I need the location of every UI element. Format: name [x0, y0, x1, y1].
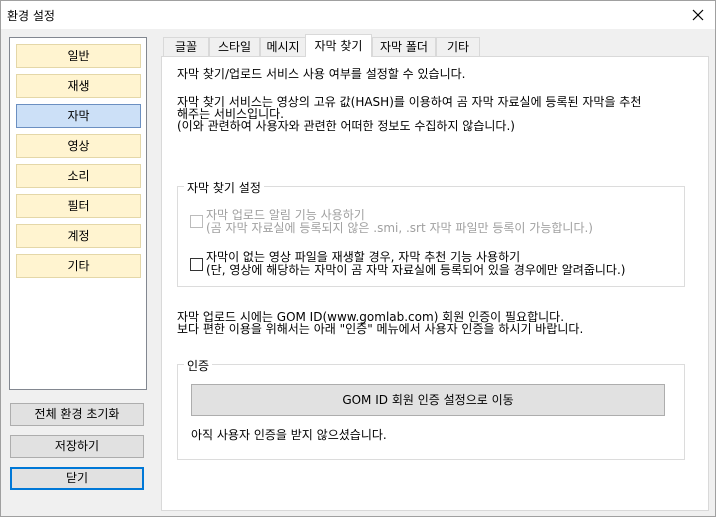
tab-font[interactable]: 글꼴 [163, 37, 209, 56]
sidebar-item-account[interactable]: 계정 [16, 224, 141, 248]
upload-notify-checkbox[interactable] [190, 215, 203, 228]
upload-notify-note: (곰 자막 자료실에 등록되지 않은 .smi, .srt 자막 파일만 등록이… [206, 221, 593, 235]
settings-window: 환경 설정 일반 재생 자막 영상 소리 필터 계정 기타 전체 환경 초기화 … [0, 0, 716, 517]
window-title: 환경 설정 [7, 9, 55, 23]
privacy-note: (이와 관련하여 사용자와 관련한 어떠한 정보도 수집하지 않습니다.) [177, 119, 515, 133]
sidebar-item-audio[interactable]: 소리 [16, 164, 141, 188]
sidebar-item-subtitle[interactable]: 자막 [16, 104, 141, 128]
sidebar-item-general[interactable]: 일반 [16, 44, 141, 68]
title-bar: 환경 설정 [1, 1, 715, 29]
subtitle-search-settings-label: 자막 찾기 설정 [184, 179, 264, 196]
tab-subtitle-search[interactable]: 자막 찾기 [305, 34, 372, 57]
save-button[interactable]: 저장하기 [10, 435, 144, 458]
upload-auth-note-line2: 보다 편한 이용을 위해서는 아래 "인증" 메뉴에서 사용자 인증을 하시기 … [177, 322, 584, 336]
tab-etc[interactable]: 기타 [436, 37, 480, 56]
close-icon [692, 9, 704, 21]
subtitle-recommend-checkbox[interactable] [190, 258, 203, 271]
reset-all-button[interactable]: 전체 환경 초기화 [10, 403, 144, 426]
auth-status-text: 아직 사용자 인증을 받지 않으셨습니다. [191, 428, 387, 442]
tab-style[interactable]: 스타일 [209, 37, 260, 56]
sidebar-item-etc[interactable]: 기타 [16, 254, 141, 278]
sidebar-item-video[interactable]: 영상 [16, 134, 141, 158]
subtitle-recommend-note: (단, 영상에 해당하는 자막이 곰 자막 자료실에 등록되어 있을 경우에만 … [206, 263, 626, 277]
tab-subtitle-folder[interactable]: 자막 폴더 [372, 37, 436, 56]
auth-group-label: 인증 [184, 357, 213, 374]
intro-text: 자막 찾기/업로드 서비스 사용 여부를 설정할 수 있습니다. [177, 67, 466, 81]
tab-message[interactable]: 메시지 [260, 37, 306, 56]
gom-id-auth-button[interactable]: GOM ID 회원 인증 설정으로 이동 [191, 384, 665, 416]
sidebar-item-playback[interactable]: 재생 [16, 74, 141, 98]
close-button[interactable]: 닫기 [10, 467, 144, 490]
sidebar-item-filter[interactable]: 필터 [16, 194, 141, 218]
close-window-button[interactable] [681, 1, 715, 29]
category-list: 일반 재생 자막 영상 소리 필터 계정 기타 [9, 37, 147, 390]
